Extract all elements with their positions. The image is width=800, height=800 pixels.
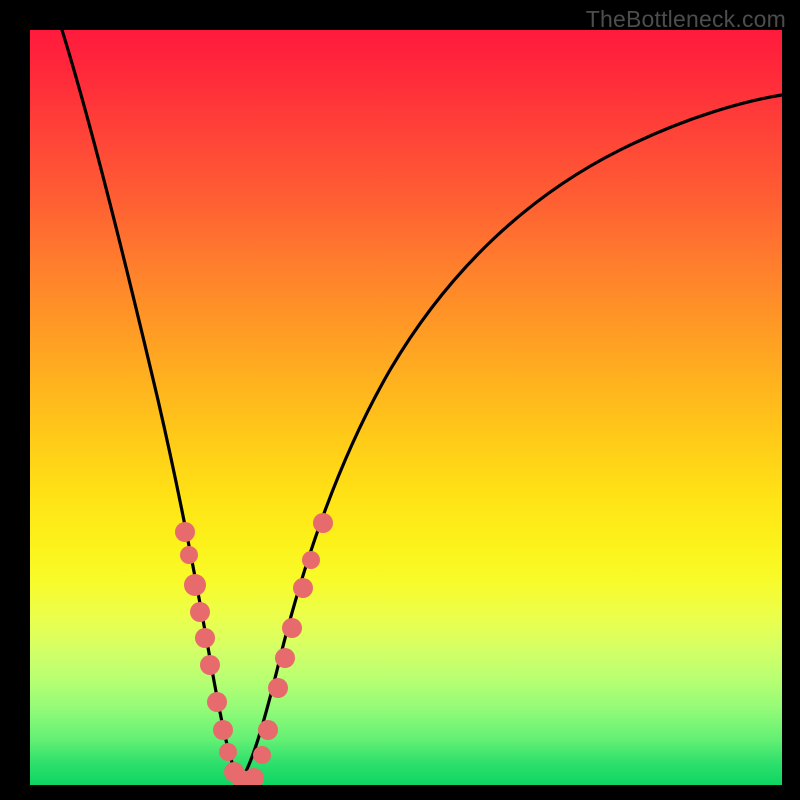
bottleneck-curve-svg bbox=[30, 30, 782, 785]
highlight-dot bbox=[195, 628, 215, 648]
highlight-dot bbox=[258, 720, 278, 740]
plot-area bbox=[30, 30, 782, 785]
highlight-dot bbox=[302, 551, 320, 569]
highlight-dot bbox=[184, 574, 206, 596]
chart-frame: TheBottleneck.com bbox=[0, 0, 800, 800]
highlight-dot bbox=[200, 655, 220, 675]
highlight-dot bbox=[253, 746, 271, 764]
highlight-dot bbox=[175, 522, 195, 542]
highlight-dot bbox=[180, 546, 198, 564]
highlight-dot bbox=[190, 602, 210, 622]
highlight-dot bbox=[275, 648, 295, 668]
highlight-dot bbox=[282, 618, 302, 638]
highlight-dot bbox=[219, 743, 237, 761]
highlight-dot bbox=[213, 720, 233, 740]
highlight-dot bbox=[293, 578, 313, 598]
highlight-dot bbox=[268, 678, 288, 698]
watermark-text: TheBottleneck.com bbox=[586, 6, 786, 33]
curve-right bbox=[240, 95, 782, 782]
highlight-dot bbox=[313, 513, 333, 533]
highlight-dot bbox=[207, 692, 227, 712]
